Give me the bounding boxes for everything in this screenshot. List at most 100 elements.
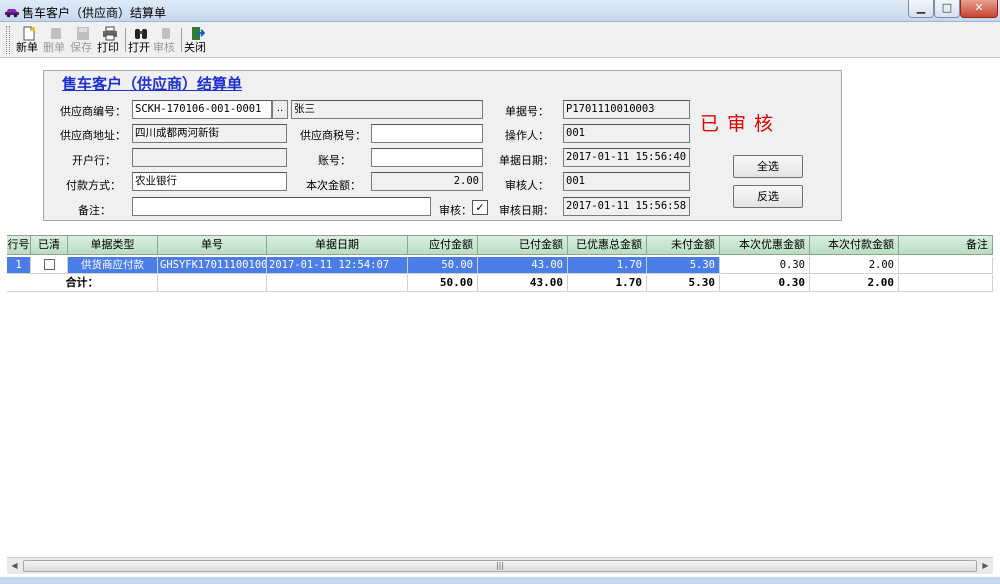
scroll-right-arrow-icon[interactable]: ▶ [978, 559, 993, 573]
tax-no-field[interactable] [371, 124, 483, 143]
supplier-code-label: 供应商编号： [60, 105, 126, 118]
form-title: 售车客户（供应商）结算单 [62, 75, 243, 93]
tax-no-label: 供应商税号： [300, 129, 366, 142]
scroll-left-arrow-icon[interactable]: ◀ [7, 559, 22, 573]
account-field[interactable] [371, 148, 483, 167]
column-header-doc-date[interactable]: 单据日期 [267, 236, 408, 255]
cell-doc-type[interactable]: 供货商应付款 [68, 257, 158, 274]
total-unpaid: 5.30 [647, 275, 720, 292]
cell-this-discount[interactable]: 0.30 [720, 257, 810, 274]
cleared-checkbox[interactable] [43, 259, 55, 270]
column-header-discount-total[interactable]: 已优惠总金额 [568, 236, 647, 255]
column-header-cleared[interactable]: 已清 [31, 236, 68, 255]
supplier-lookup-button[interactable]: .. [272, 100, 288, 119]
remark-field[interactable] [132, 197, 431, 216]
total-this-discount: 0.30 [720, 275, 810, 292]
window-bottom-border [0, 577, 1000, 584]
payment-method-field[interactable]: 农业银行 [132, 172, 287, 191]
delete-icon [51, 28, 61, 39]
bank-label: 开户行： [72, 154, 116, 167]
doc-date-label: 单据日期： [499, 154, 554, 167]
supplier-address-field: 四川成都两河新街 [132, 124, 287, 143]
column-header-doc-type[interactable]: 单据类型 [68, 236, 158, 255]
total-discount: 1.70 [568, 275, 647, 292]
minimize-button[interactable]: ▁ [908, 0, 934, 18]
toolbar: 新单 删单 保存 打印 打开 审核 关闭 [0, 22, 1000, 58]
column-header-remark[interactable]: 备注 [899, 236, 993, 255]
cell-row-no[interactable]: 1 [7, 257, 31, 274]
print-label: 打印 [97, 41, 119, 54]
total-this-payment: 2.00 [810, 275, 899, 292]
window-title: 售车客户（供应商）结算单 [22, 6, 167, 20]
close-form-button[interactable]: 关闭 [184, 24, 210, 56]
audit-button[interactable]: 审核 [153, 24, 179, 56]
delete-doc-label: 删单 [43, 41, 65, 54]
new-doc-button[interactable]: 新单 [16, 24, 42, 56]
invert-selection-button[interactable]: 反选 [733, 185, 803, 208]
printer-icon [103, 26, 117, 41]
supplier-address-label: 供应商地址： [60, 129, 126, 142]
column-header-paid[interactable]: 已付金额 [478, 236, 568, 255]
cell-payable[interactable]: 50.00 [408, 257, 478, 274]
new-doc-label: 新单 [16, 41, 38, 54]
totals-empty-cell [158, 275, 267, 292]
totals-label: 合计： [7, 275, 158, 292]
delete-doc-button[interactable]: 删单 [43, 24, 69, 56]
audit-date-label: 审核日期： [499, 204, 554, 217]
save-disk-icon [77, 27, 89, 40]
audit-checkbox[interactable]: ✓ [472, 200, 488, 215]
cell-doc-no[interactable]: GHSYFK170111001000 [158, 257, 267, 274]
close-form-label: 关闭 [184, 41, 206, 54]
column-header-row-no[interactable]: 行号 [7, 236, 31, 255]
select-all-button[interactable]: 全选 [733, 155, 803, 178]
payment-method-label: 付款方式： [66, 179, 121, 192]
audit-date-field: 2017-01-11 15:56:58 [563, 197, 690, 216]
toolbar-grip[interactable] [6, 26, 10, 54]
amount-field: 2.00 [371, 172, 483, 191]
save-button[interactable]: 保存 [70, 24, 96, 56]
audit-check-label: 审核： [439, 204, 472, 217]
title-bar: 售车客户（供应商）结算单 ▁ □ ✕ [0, 0, 1000, 22]
supplier-code-field[interactable]: SCKH-170106-001-0001 [132, 100, 272, 119]
close-window-button[interactable]: ✕ [960, 0, 998, 18]
audit-label: 审核 [153, 41, 175, 54]
remark-label: 备注： [78, 204, 111, 217]
audited-status-stamp: 已审核 [700, 113, 782, 135]
column-header-this-discount[interactable]: 本次优惠金额 [720, 236, 810, 255]
cell-remark[interactable] [899, 257, 993, 274]
column-header-unpaid[interactable]: 未付金额 [647, 236, 720, 255]
cell-paid[interactable]: 43.00 [478, 257, 568, 274]
column-header-this-payment[interactable]: 本次付款金额 [810, 236, 899, 255]
column-header-doc-no[interactable]: 单号 [158, 236, 267, 255]
total-payable: 50.00 [408, 275, 478, 292]
cell-unpaid[interactable]: 5.30 [647, 257, 720, 274]
account-label: 账号： [318, 154, 351, 167]
save-label: 保存 [70, 41, 92, 54]
total-paid: 43.00 [478, 275, 568, 292]
scrollbar-thumb[interactable]: ||| [23, 560, 977, 572]
cell-discount-total[interactable]: 1.70 [568, 257, 647, 274]
doc-date-field: 2017-01-11 15:56:40 [563, 148, 690, 167]
print-button[interactable]: 打印 [97, 24, 123, 56]
column-header-payable[interactable]: 应付金额 [408, 236, 478, 255]
toolbar-separator [125, 28, 126, 52]
cell-doc-date[interactable]: 2017-01-11 12:54:07 [267, 257, 408, 274]
doc-no-label: 单据号： [505, 105, 549, 118]
doc-no-field: P1701110010003 [563, 100, 690, 119]
settlement-grid: 行号 已清 单据类型 单号 单据日期 应付金额 已付金额 已优惠总金额 未付金额… [7, 235, 993, 557]
operator-label: 操作人： [505, 129, 549, 142]
amount-label: 本次金额： [306, 179, 361, 192]
new-document-icon [23, 26, 35, 41]
horizontal-scrollbar[interactable]: ◀ ||| ▶ [7, 557, 993, 574]
open-button[interactable]: 打开 [128, 24, 154, 56]
audit-stamp-icon [162, 28, 170, 39]
auditor-label: 审核人： [505, 179, 549, 192]
maximize-button[interactable]: □ [934, 0, 960, 18]
cell-this-payment[interactable]: 2.00 [810, 257, 899, 274]
supplier-name-field: 张三 [291, 100, 483, 119]
cell-cleared[interactable] [31, 257, 68, 274]
car-app-icon [5, 9, 19, 18]
operator-field: 001 [563, 124, 690, 143]
toolbar-separator [181, 28, 182, 52]
totals-empty-cell [899, 275, 993, 292]
